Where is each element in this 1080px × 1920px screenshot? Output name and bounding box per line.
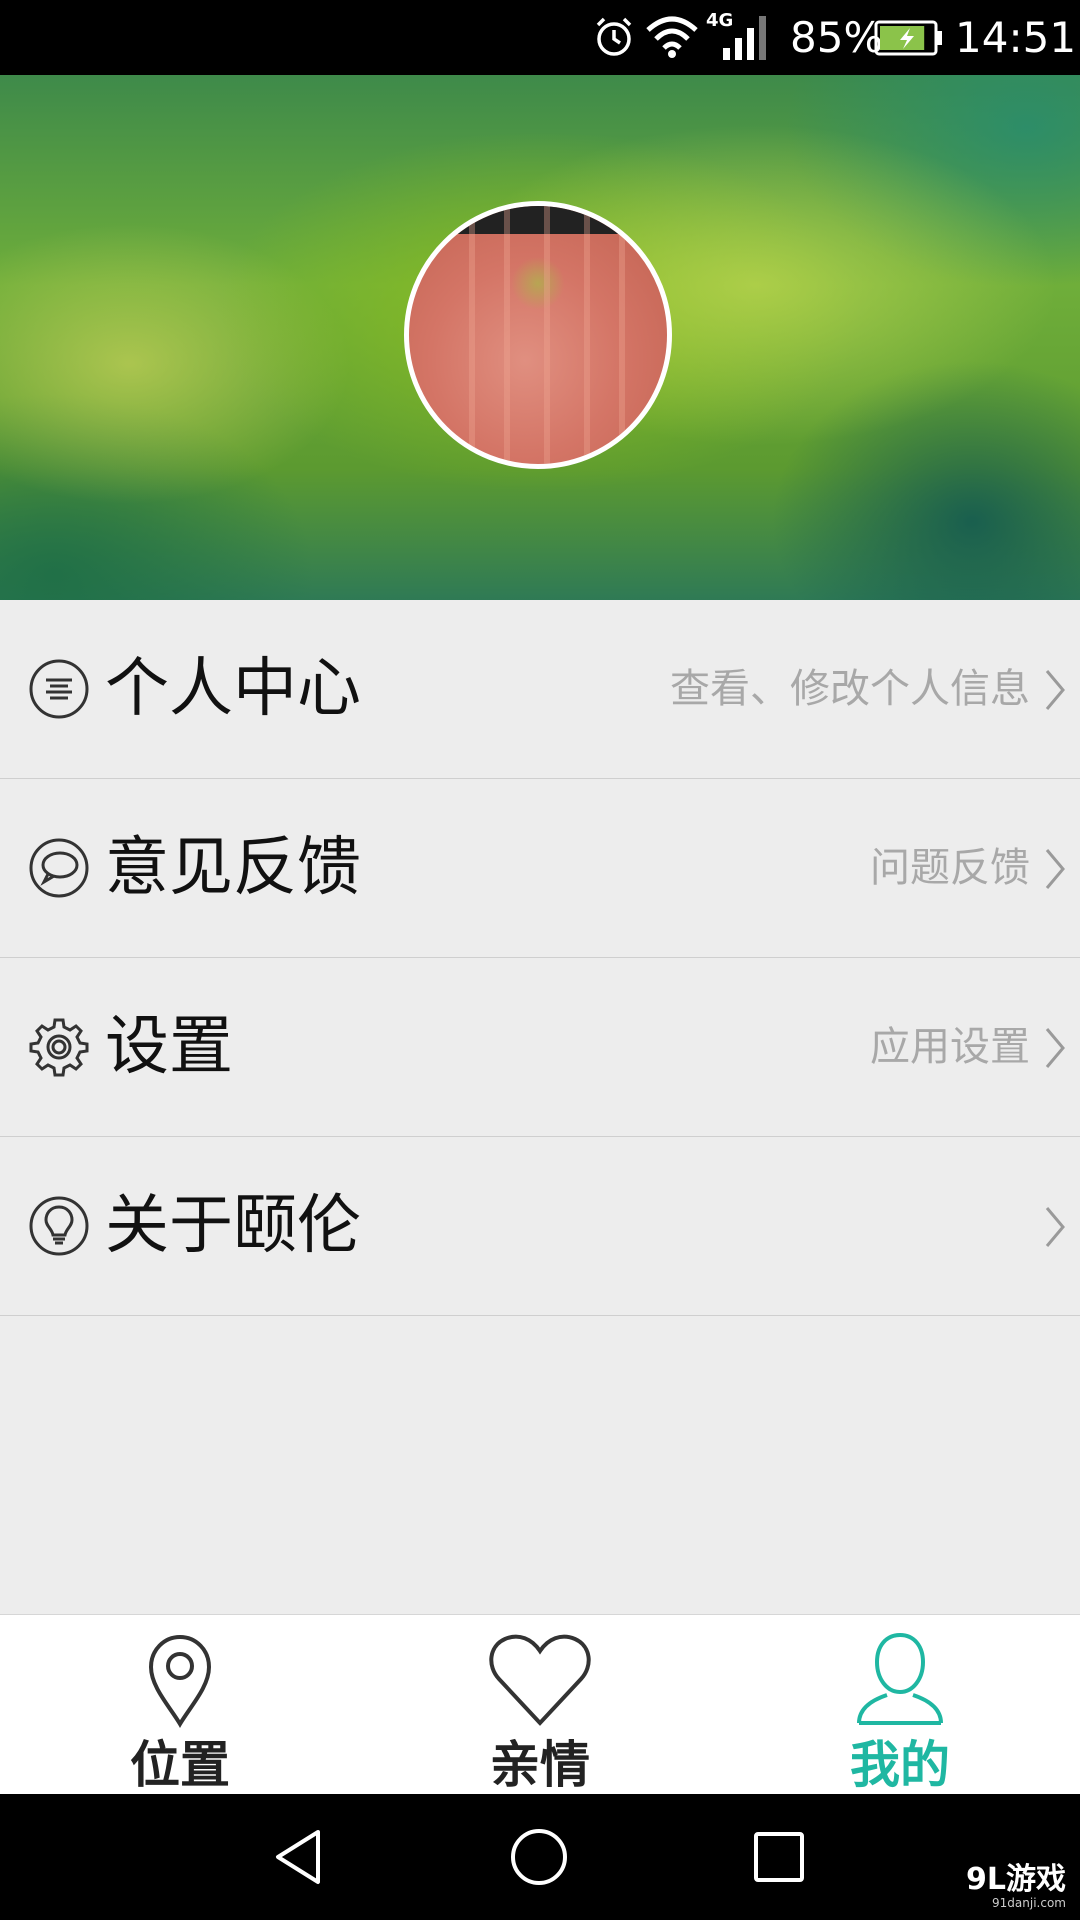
back-icon[interactable] — [266, 1824, 332, 1890]
tab-label: 我的 — [850, 1736, 950, 1794]
menu-item-title: 个人中心 — [105, 652, 361, 726]
profile-header — [0, 75, 1080, 600]
tab-label: 亲情 — [490, 1736, 590, 1794]
bottom-nav: 位置 亲情 我的 — [0, 1614, 1080, 1794]
watermark-logo: 9L游戏 — [966, 1862, 1066, 1897]
recents-icon[interactable] — [746, 1824, 812, 1890]
tab-label: 位置 — [130, 1736, 230, 1794]
menu-item-hint: 查看、修改个人信息 — [670, 666, 1030, 712]
menu-item-hint: 应用设置 — [870, 1024, 1030, 1070]
signal-icon — [723, 16, 766, 60]
clock: 14:51 — [955, 13, 1077, 62]
watermark-url: 91danji.com — [992, 1896, 1066, 1910]
tab-family[interactable]: 亲情 — [360, 1615, 720, 1795]
menu-item-profile[interactable]: 个人中心 查看、修改个人信息 — [0, 600, 1080, 779]
battery-charging-icon — [874, 20, 942, 56]
heart-icon — [489, 1634, 591, 1726]
menu-item-about[interactable]: 关于颐伦 — [0, 1137, 1080, 1316]
battery-percent: 85% — [790, 13, 884, 62]
chevron-right-icon — [1045, 849, 1065, 889]
tab-mine[interactable]: 我的 — [720, 1615, 1080, 1795]
gear-icon — [29, 1018, 89, 1077]
avatar[interactable] — [404, 201, 672, 469]
menu-item-title: 关于颐伦 — [105, 1189, 361, 1263]
menu-list: 个人中心 查看、修改个人信息 意见反馈 问题反馈 设置 应用设置 关于颐伦 — [0, 600, 1080, 1316]
user-icon — [857, 1632, 943, 1725]
menu-item-settings[interactable]: 设置 应用设置 — [0, 958, 1080, 1137]
profile-list-icon — [29, 659, 89, 719]
wifi-icon — [646, 16, 698, 58]
menu-item-feedback[interactable]: 意见反馈 问题反馈 — [0, 779, 1080, 958]
tab-location[interactable]: 位置 — [0, 1615, 360, 1795]
menu-item-title: 意见反馈 — [105, 831, 361, 905]
menu-item-title: 设置 — [105, 1010, 233, 1084]
home-icon[interactable] — [506, 1824, 572, 1890]
lightbulb-icon — [29, 1196, 89, 1256]
location-pin-icon — [148, 1634, 212, 1728]
chevron-right-icon — [1045, 1207, 1065, 1247]
chevron-right-icon — [1045, 670, 1065, 710]
system-nav-bar: 9L游戏 91danji.com — [0, 1794, 1080, 1920]
watermark: 9L游戏 91danji.com — [966, 1862, 1066, 1911]
status-bar: 4G 85% 14:51 — [0, 0, 1080, 75]
chat-bubble-icon — [29, 838, 89, 898]
chevron-right-icon — [1045, 1028, 1065, 1068]
alarm-icon — [596, 17, 632, 56]
menu-item-hint: 问题反馈 — [870, 845, 1030, 891]
